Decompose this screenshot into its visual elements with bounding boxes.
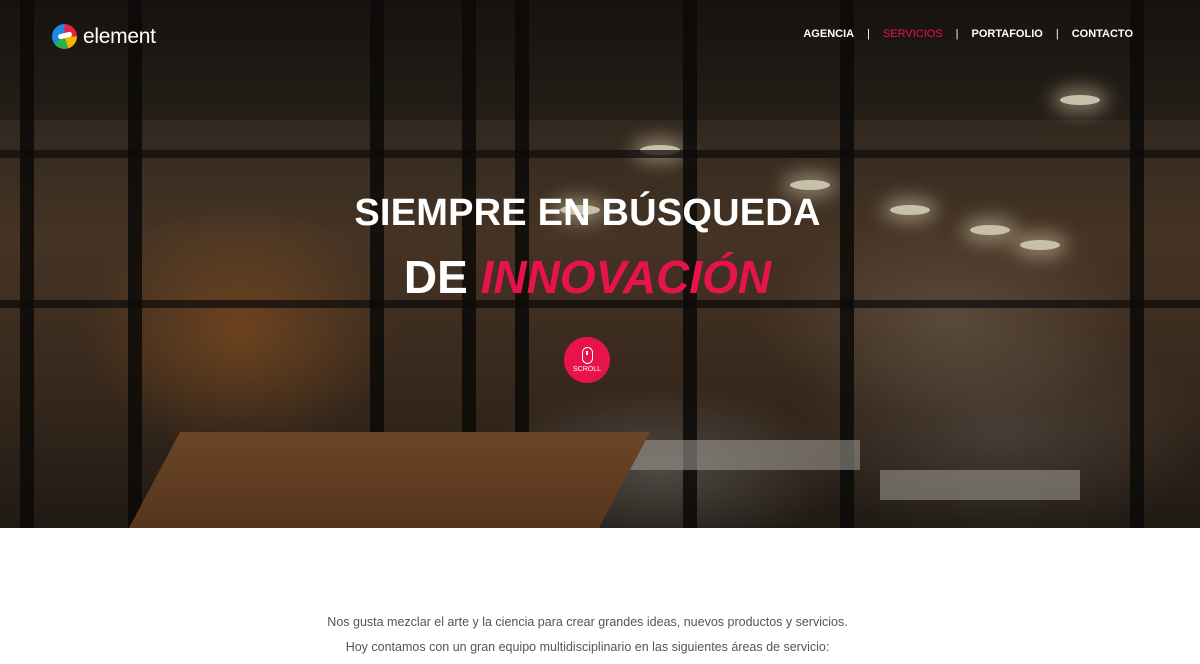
nav-item-portafolio[interactable]: PORTAFOLIO xyxy=(972,28,1043,40)
hero-banner: SIEMPRE EN BÚSQUEDA DE INNOVACIÓN SCROLL xyxy=(0,0,1200,528)
nav-separator: | xyxy=(1055,28,1059,40)
nav-item-contacto[interactable]: CONTACTO xyxy=(1072,28,1133,40)
hero-headline-line1: SIEMPRE EN BÚSQUEDA xyxy=(354,192,821,234)
mouse-icon xyxy=(581,347,593,364)
main-nav: AGENCIA | SERVICIOS | PORTAFOLIO | CONTA… xyxy=(803,28,1133,40)
intro-section: Nos gusta mezclar el arte y la ciencia p… xyxy=(0,528,1200,664)
brand-name: element xyxy=(83,24,156,48)
hero-headline-line2: DE INNOVACIÓN xyxy=(0,250,1175,304)
headline-accent: INNOVACIÓN xyxy=(480,251,772,303)
nav-item-servicios[interactable]: SERVICIOS xyxy=(883,28,943,40)
headline-prefix: DE xyxy=(403,251,468,303)
nav-separator: | xyxy=(867,28,870,40)
brand-logo[interactable]: element xyxy=(52,24,156,49)
intro-text-line1: Nos gusta mezclar el arte y la ciencia p… xyxy=(327,615,848,629)
scroll-label: SCROLL xyxy=(572,366,601,373)
intro-text-line2: Hoy contamos con un gran equipo multidis… xyxy=(345,640,830,654)
nav-item-agencia[interactable]: AGENCIA xyxy=(803,28,854,40)
scroll-button[interactable]: SCROLL xyxy=(564,337,610,383)
element-logo-icon xyxy=(52,24,77,49)
nav-separator: | xyxy=(955,28,959,40)
